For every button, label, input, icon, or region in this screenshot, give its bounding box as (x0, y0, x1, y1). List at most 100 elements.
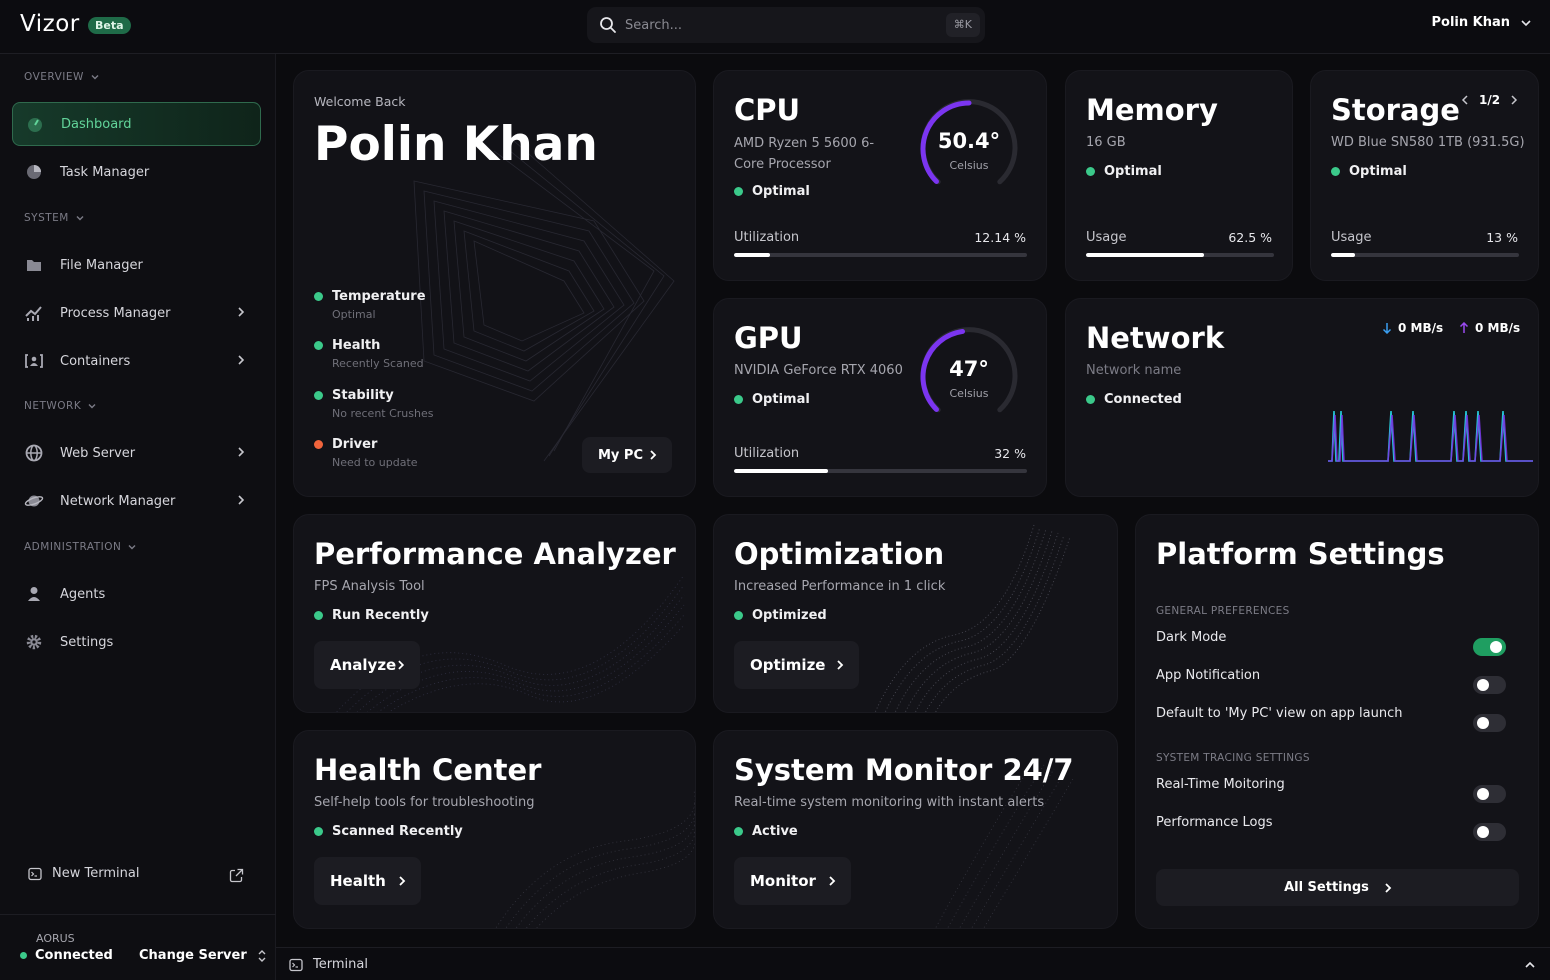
health-status-label: Scanned Recently (332, 824, 463, 839)
optimize-button-label: Optimize (750, 656, 826, 674)
dark-mode-toggle[interactable] (1473, 638, 1506, 656)
gpu-temperature-value: 47° (949, 357, 989, 381)
sidebar-item-process-manager[interactable]: Process Manager (12, 291, 261, 335)
monitor-status: Active (734, 824, 798, 839)
gear-icon (24, 632, 44, 652)
performance-analyzer-card: Performance Analyzer FPS Analysis Tool R… (293, 514, 696, 713)
check-title: Health (314, 338, 424, 353)
chevron-down-icon (76, 216, 84, 221)
sidebar-item-containers[interactable]: Containers (12, 339, 261, 383)
platform-settings-card: Platform Settings GENERAL PREFERENCES Da… (1135, 514, 1539, 929)
chevron-right-icon (238, 495, 245, 505)
new-terminal-label: New Terminal (52, 866, 140, 881)
app-logo[interactable]: Vizor (20, 11, 80, 37)
gpu-model: NVIDIA GeForce RTX 4060 (734, 363, 903, 378)
optim-title: Optimization (734, 537, 945, 571)
external-link-icon[interactable] (229, 868, 244, 883)
all-settings-label: All Settings (1284, 880, 1369, 895)
storage-drive: WD Blue SN580 1TB (931.5G) (1331, 135, 1525, 150)
check-detail: Optimal (332, 308, 376, 321)
sidebar-item-label: Web Server (60, 445, 136, 461)
sidebar-item-label: File Manager (60, 257, 143, 273)
beta-badge: Beta (88, 17, 131, 34)
toggle-knob (1477, 788, 1489, 800)
welcome-user-name: Polin Khan (314, 117, 598, 172)
general-preferences-label: GENERAL PREFERENCES (1156, 605, 1290, 617)
health-button[interactable]: Health (314, 857, 421, 905)
terminal-panel-bar[interactable]: Terminal (276, 947, 1550, 980)
all-settings-button[interactable]: All Settings (1156, 869, 1519, 906)
section-administration[interactable]: ADMINISTRATION (24, 541, 137, 553)
app-notification-toggle[interactable] (1473, 676, 1506, 694)
cpu-temperature-unit: Celsius (949, 159, 989, 172)
section-system[interactable]: SYSTEM (24, 212, 85, 224)
gpu-temperature-unit: Celsius (949, 387, 989, 400)
cpu-card: CPU AMD Ryzen 5 5600 6-Core Processor Op… (713, 70, 1047, 281)
sidebar-item-label: Process Manager (60, 305, 171, 321)
network-status-label: Connected (1104, 392, 1182, 407)
terminal-icon (289, 958, 303, 971)
search-box[interactable]: ⌘K (587, 7, 985, 43)
toggle-knob (1477, 826, 1489, 838)
terminal-tab[interactable]: Terminal (289, 957, 368, 972)
user-menu[interactable]: Polin Khan (1431, 15, 1532, 30)
trend-chart-icon (24, 303, 44, 323)
monitor-button[interactable]: Monitor (734, 857, 851, 905)
user-icon (24, 584, 44, 604)
monitor-status-label: Active (752, 824, 798, 839)
memory-title: Memory (1086, 93, 1218, 127)
monitor-title: System Monitor 24/7 (734, 753, 1074, 787)
check-detail: No recent Crushes (332, 407, 434, 420)
download-rate-value: 0 MB/s (1398, 321, 1444, 335)
health-subtitle: Self-help tools for troubleshooting (314, 795, 535, 810)
sidebar-item-file-manager[interactable]: File Manager (12, 243, 261, 287)
health-status: Scanned Recently (314, 824, 463, 839)
realtime-monitoring-toggle[interactable] (1473, 785, 1506, 803)
sidebar-item-settings[interactable]: Settings (12, 620, 261, 664)
status-dot (734, 395, 743, 404)
section-network[interactable]: NETWORK (24, 400, 97, 412)
pie-chart-icon (24, 162, 44, 182)
analyze-button[interactable]: Analyze (314, 641, 420, 689)
my-pc-button[interactable]: My PC (582, 437, 672, 473)
sidebar-item-task-manager[interactable]: Task Manager (12, 150, 261, 194)
chevron-up-icon[interactable] (1524, 960, 1536, 970)
performance-logs-toggle[interactable] (1473, 823, 1506, 841)
check-title: Temperature (314, 289, 426, 304)
storage-status: Optimal (1331, 164, 1407, 179)
network-download-rate: 0 MB/s (1382, 321, 1443, 335)
chevron-left-icon[interactable] (1461, 94, 1469, 106)
gpu-status: Optimal (734, 392, 810, 407)
network-status: Connected (1086, 392, 1182, 407)
sidebar-item-label: Settings (60, 634, 114, 650)
default-mypc-toggle[interactable] (1473, 714, 1506, 732)
status-dot (734, 611, 743, 620)
sidebar-item-agents[interactable]: Agents (12, 572, 261, 616)
bar-fill (734, 253, 770, 257)
new-terminal-button[interactable]: New Terminal (28, 866, 139, 881)
optimize-button[interactable]: Optimize (734, 641, 859, 689)
check-title-label: Temperature (332, 289, 426, 304)
cpu-utilization-bar (734, 253, 1027, 257)
perf-title: Performance Analyzer (314, 537, 676, 571)
network-activity-graph (1328, 410, 1533, 462)
memory-usage-value: 62.5 % (1228, 230, 1272, 245)
sidebar-item-web-server[interactable]: Web Server (12, 431, 261, 475)
chevron-right-icon (1385, 882, 1392, 893)
sidebar-item-label: Task Manager (60, 164, 150, 180)
monitor-button-label: Monitor (750, 872, 816, 890)
sidebar-item-label: Network Manager (60, 493, 176, 509)
default-mypc-label: Default to 'My PC' view on app launch (1156, 706, 1403, 721)
storage-usage-value: 13 % (1486, 230, 1518, 245)
sidebar-item-network-manager[interactable]: Network Manager (12, 479, 261, 523)
search-input[interactable] (625, 7, 925, 43)
change-server-button[interactable]: Change Server (139, 948, 267, 963)
section-system-label: SYSTEM (24, 212, 69, 224)
status-dot (314, 611, 323, 620)
section-overview[interactable]: OVERVIEW (24, 71, 100, 83)
perf-status-label: Run Recently (332, 608, 429, 623)
sidebar-item-dashboard[interactable]: Dashboard (12, 102, 261, 146)
chevron-right-icon[interactable] (1510, 94, 1518, 106)
chevron-down-icon (128, 545, 136, 550)
check-title: Driver (314, 437, 418, 452)
